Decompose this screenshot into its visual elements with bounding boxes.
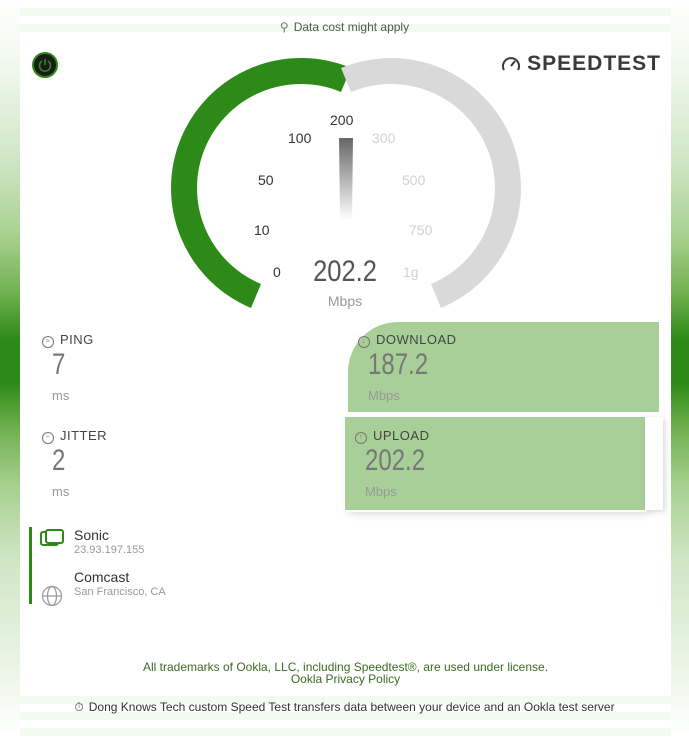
right-green-stripe [671,0,689,737]
privacy-policy-link[interactable]: Ookla Privacy Policy [20,672,671,686]
bottom-disclaimer: ⏱ Dong Knows Tech custom Speed Test trans… [74,700,615,714]
ping-value: 7 [52,348,66,381]
jitter-value: 2 [52,444,66,477]
download-label: ↓ DOWNLOAD [358,332,457,348]
gauge-speed-unit: Mbps [327,293,363,309]
gauge-tick-300: 300 [372,130,396,146]
upload-icon: ↑ [355,432,367,444]
download-icon: ↓ [358,336,370,348]
jitter-label: ~ JITTER [42,428,107,444]
isp-ip: 23.93.197.155 [74,544,145,556]
globe-icon [41,585,63,607]
upload-unit: Mbps [365,484,397,499]
ping-unit: ms [52,388,70,403]
connection-indicator-bar [29,527,32,604]
gauge-tick-50: 50 [258,172,274,188]
gauge-tick-1g: 1g [403,264,419,280]
data-cost-note: ⚲ Data cost might apply [279,20,410,34]
isp-icon [40,529,64,546]
ping-label: ≈ PING [42,332,94,348]
jitter-unit: ms [52,484,70,499]
gauge-tick-0: 0 [273,264,281,280]
isp-name: Sonic [74,527,110,543]
gauge-speed-value: 202.2 [313,255,377,288]
download-value: 187.2 [368,348,429,381]
server-location: San Francisco, CA [74,586,166,598]
antenna-icon: ⚲ [279,20,289,34]
upload-panel-edge [645,417,663,510]
ping-icon: ≈ [42,336,54,348]
stopwatch-icon: ⏱ [74,700,84,714]
gauge-tick-10: 10 [254,222,270,238]
server-name[interactable]: Comcast [74,569,129,585]
download-unit: Mbps [368,388,400,403]
gauge-needle [339,138,353,220]
gauge-tick-750: 750 [409,222,433,238]
upload-label: ↑ UPLOAD [355,428,429,444]
gauge-tick-100: 100 [288,130,312,146]
left-green-stripe [0,0,20,737]
gauge-tick-500: 500 [402,172,426,188]
speedtest-card: SPEEDTEST 0 10 50 100 200 300 500 750 1g… [20,40,671,690]
jitter-icon: ~ [42,432,54,444]
gauge-tick-200: 200 [330,112,354,128]
upload-value: 202.2 [365,444,426,477]
